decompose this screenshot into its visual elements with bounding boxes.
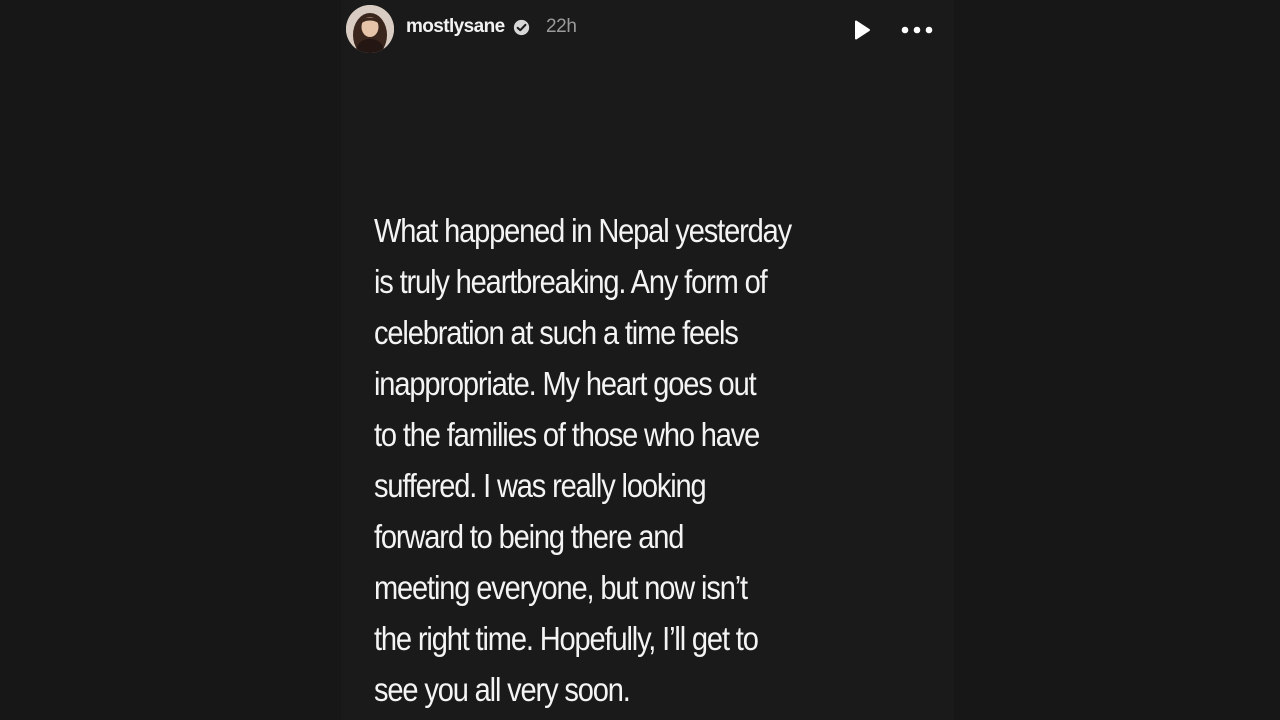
- story-text-line: the right time. Hopefully, I’ll get to: [374, 620, 759, 657]
- verified-badge-icon: [513, 19, 530, 36]
- more-options-button[interactable]: [898, 15, 936, 45]
- story-header: mostlysane 22h: [341, 0, 954, 58]
- play-icon: [855, 20, 870, 40]
- story-text: What happened in Nepal yesterday is trul…: [374, 205, 858, 715]
- story-text-line: see you all very soon.: [374, 671, 631, 708]
- username[interactable]: mostlysane: [406, 15, 505, 39]
- story-text-line: suffered. I was really looking: [374, 467, 707, 504]
- story-text-line: inappropriate. My heart goes out: [374, 365, 757, 402]
- story-text-line: forward to being there and: [374, 518, 684, 555]
- story-text-line: is truly heartbreaking. Any form of: [374, 263, 768, 300]
- story-text-line: meeting everyone, but now isn’t: [374, 569, 748, 606]
- page: mostlysane 22h What happened in Nepal ye…: [0, 0, 1280, 720]
- play-button[interactable]: [846, 15, 876, 45]
- more-options-icon: [901, 26, 933, 34]
- avatar[interactable]: [346, 5, 394, 53]
- story-text-line: What happened in Nepal yesterday: [374, 212, 792, 249]
- timestamp: 22h: [546, 16, 577, 37]
- story-viewer[interactable]: mostlysane 22h What happened in Nepal ye…: [341, 0, 954, 720]
- story-text-line: to the families of those who have: [374, 416, 760, 453]
- story-text-line: celebration at such a time feels: [374, 314, 739, 351]
